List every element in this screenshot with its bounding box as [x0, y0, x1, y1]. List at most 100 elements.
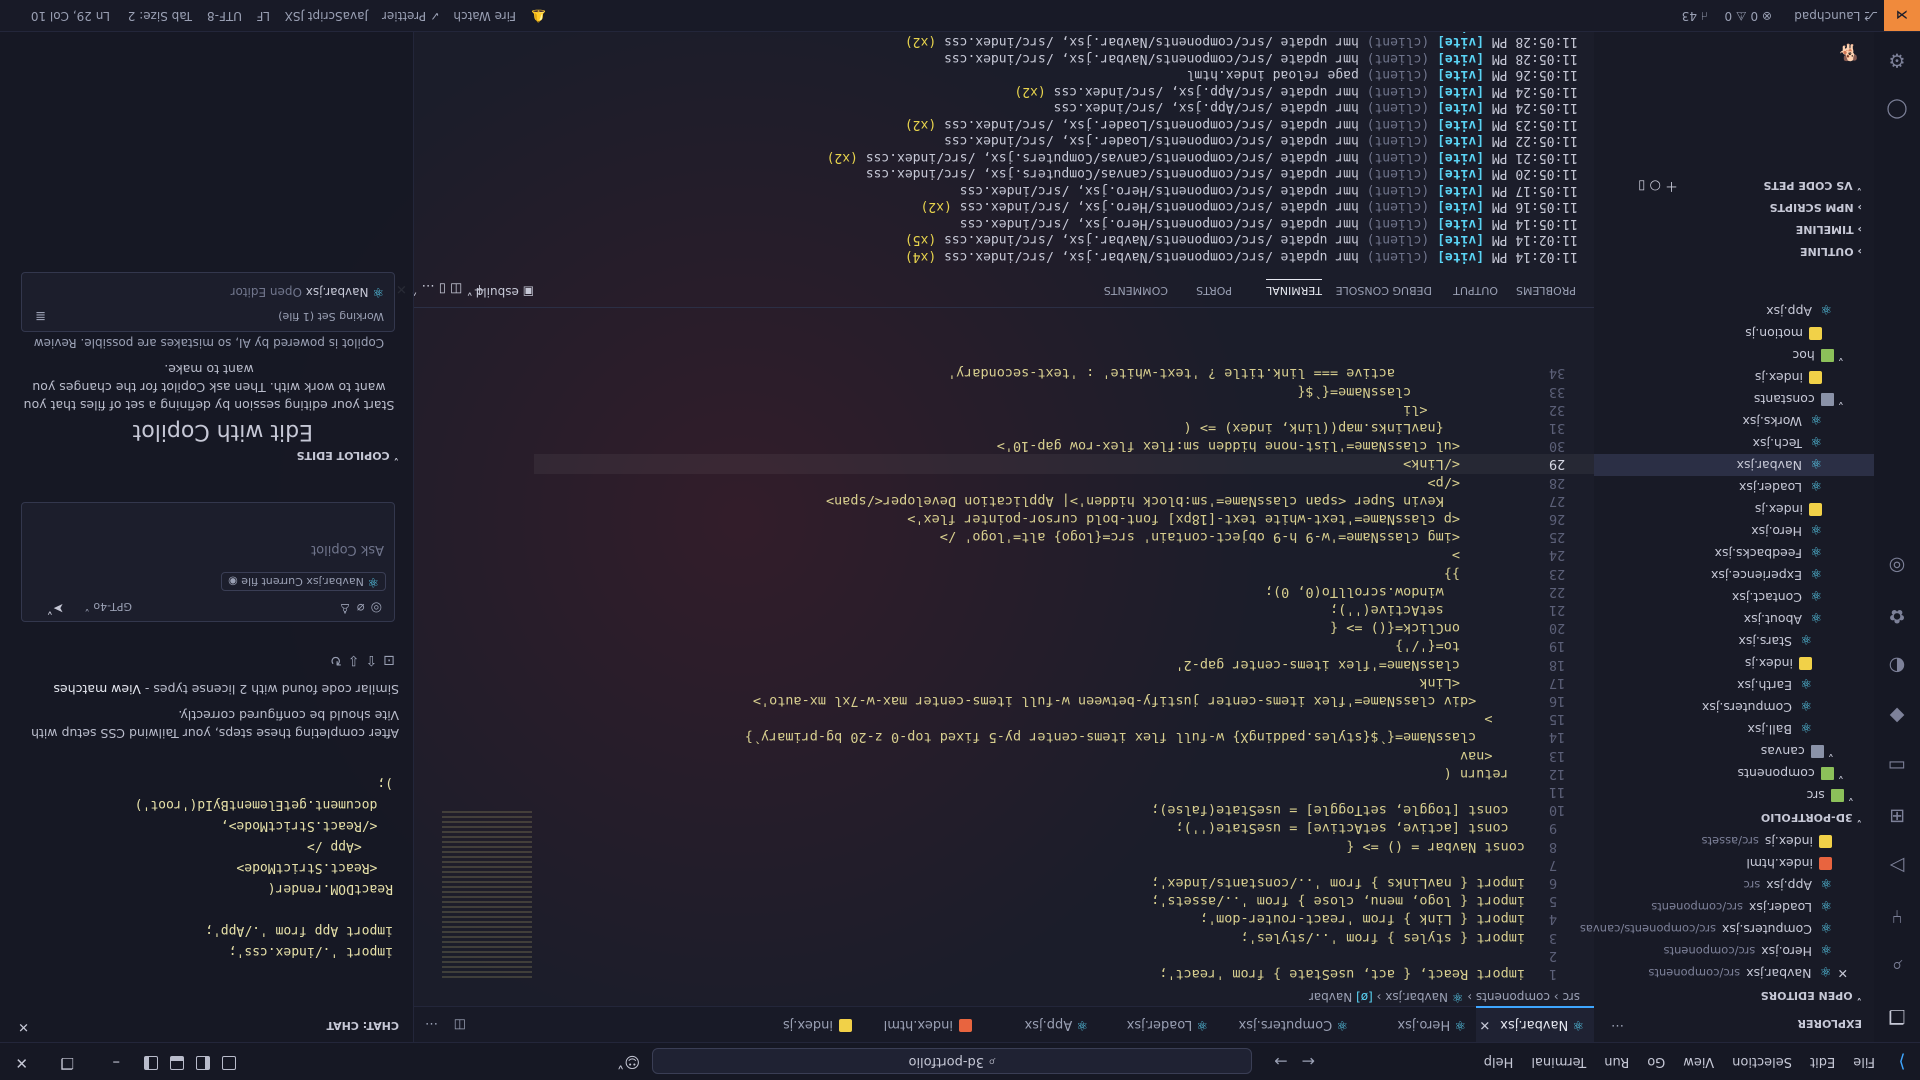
branch-status[interactable]: ⎇ Launchpad [1794, 9, 1878, 23]
code-line[interactable]: 8 const Navbar = () => { [1346, 837, 1594, 857]
tab-more-actions-icon[interactable]: … [425, 1019, 438, 1034]
outline-section[interactable]: › OUTLINE [1594, 240, 1874, 262]
explorer-icon[interactable]: ❐ [1885, 1004, 1909, 1028]
notifications-icon[interactable]: 🔔 [531, 9, 546, 23]
tab-index-js[interactable]: index.js [752, 1006, 862, 1042]
code-line[interactable]: 21 setActive(''); [1330, 600, 1594, 620]
timeline-section[interactable]: › TIMELINE [1594, 218, 1874, 240]
remote-explorer-icon[interactable]: ▭ [1885, 754, 1909, 778]
file-item[interactable]: ⚛Stars.jsx [1594, 630, 1874, 652]
project-header[interactable]: ˅ 3D-PORTFOLIO [1594, 806, 1874, 828]
open-editor-item[interactable]: index.html [1594, 852, 1874, 874]
code-line[interactable]: 31 {navLinks.map((link, index) => ( [1184, 418, 1594, 438]
code-line[interactable]: 24 > [1452, 545, 1594, 565]
cursor-position-status[interactable]: Ln 29, Col 10 [31, 9, 110, 23]
menu-edit[interactable]: Edit [1801, 1054, 1844, 1069]
code-line[interactable]: 6 import { navLinks } from '../constants/… [1151, 873, 1594, 893]
code-line[interactable]: 2 [1525, 946, 1594, 966]
extensions-icon[interactable]: ⊞ [1885, 804, 1909, 828]
run-debug-icon[interactable]: ▷ [1885, 854, 1909, 878]
ports-status[interactable]: ⑁ 43 [1682, 9, 1708, 23]
menu-help[interactable]: Help [1475, 1054, 1523, 1069]
send-icon[interactable]: ➤˅ [47, 600, 64, 615]
file-item[interactable]: ⚛Hero.jsx [1594, 520, 1874, 542]
open-editor-item[interactable]: ⚛Loader.jsxsrc/components [1594, 896, 1874, 918]
vscode-pets-section[interactable]: ˅ VS CODE PETS [1594, 174, 1874, 196]
file-item[interactable]: index.js [1594, 366, 1874, 388]
source-control-icon[interactable]: ⑂ [1885, 904, 1909, 928]
code-line[interactable]: 4 import { Link } from 'react-router-dom'… [1200, 909, 1594, 929]
tab-problems[interactable]: PROBLEMS [1516, 284, 1576, 297]
open-editor-item[interactable]: index.jssrc/assets [1594, 830, 1874, 852]
file-item[interactable]: ⚛Loader.jsx [1594, 476, 1874, 498]
code-line[interactable]: 17 <Link [1419, 673, 1594, 693]
working-set-file[interactable]: ⚛ Navbar.jsx Open Editor [231, 284, 384, 299]
code-line[interactable]: 5 import { logo, menu, close } from '../a… [1151, 891, 1594, 911]
tab-navbar[interactable]: ⚛ Navbar.jsx✕ [1476, 1006, 1594, 1042]
close-icon[interactable]: ✕ [1838, 966, 1848, 981]
current-file-chip[interactable]: ⚛ Navbar.jsx Current file ◉ [221, 572, 386, 591]
code-line[interactable]: 23 }} [1444, 564, 1594, 584]
code-line[interactable]: 1 import React, { act, useState } from 'r… [1159, 964, 1594, 984]
close-chat-icon[interactable]: ✕ [18, 1019, 29, 1034]
code-editor[interactable]: 1 import React, { act, useState } from 'r… [414, 364, 1594, 984]
file-item[interactable]: ⚛Experience.jsx [1594, 564, 1874, 586]
file-item[interactable]: ⚛Computers.jsx [1594, 696, 1874, 718]
menu-file[interactable]: File [1844, 1054, 1884, 1069]
code-line[interactable]: 26 <p className='text-white text-[18px] … [907, 509, 1594, 529]
more-actions-icon[interactable]: … [1611, 1021, 1624, 1036]
code-line[interactable]: 34 active === link.title ? 'text-white' … [948, 363, 1594, 383]
code-line[interactable]: 22 window.scrollTo(0, 0); [1265, 582, 1594, 602]
accounts-icon[interactable]: ◯ [1885, 98, 1909, 122]
code-line[interactable]: 32 <li [1403, 400, 1594, 420]
open-editor-item[interactable]: ⚛Hero.jsxsrc/components [1594, 940, 1874, 962]
toggle-sidebar-icon[interactable] [196, 1056, 210, 1070]
layout-custom-icon[interactable] [222, 1056, 236, 1070]
command-center-search[interactable]: ⌕ 3d-portfolio [652, 1048, 1252, 1074]
code-line[interactable]: 29 </Link> [534, 454, 1594, 475]
folder-canvas[interactable]: ˅ canvas [1594, 740, 1874, 762]
open-editor-item[interactable]: ⚛App.jsxsrc [1594, 874, 1874, 896]
close-tab-icon[interactable]: ✕ [1479, 1017, 1490, 1032]
code-line[interactable]: 33 className={`${ [1297, 382, 1594, 402]
code-line[interactable]: 13 <nav [1460, 746, 1594, 766]
file-item-selected[interactable]: ⚛Navbar.jsx [1594, 454, 1874, 476]
prettier-status[interactable]: ✓ Prettier [382, 9, 440, 23]
manage-gear-icon[interactable]: ⚙ [1885, 48, 1909, 72]
chat-feedback-icons[interactable]: ⊡⇧⇩↻ [324, 652, 395, 668]
code-line[interactable]: 30 <ul className='list-none hidden sm:fl… [997, 436, 1594, 456]
file-item[interactable]: ⚛Contact.jsx [1594, 586, 1874, 608]
code-line[interactable]: 16 <div className='flex items-center jus… [753, 691, 1594, 711]
folder-components[interactable]: ˅ components [1594, 762, 1874, 784]
minimize-icon[interactable]: – [113, 1054, 121, 1072]
tab-terminal[interactable]: TERMINAL [1266, 279, 1322, 297]
menu-view[interactable]: View [1674, 1054, 1723, 1069]
remote-indicator-icon[interactable]: ⋊ [1884, 0, 1920, 31]
tab-debug-console[interactable]: DEBUG CONSOLE [1336, 284, 1432, 297]
code-line[interactable]: 25 <img className='w-9 h-9 object-contai… [940, 527, 1594, 547]
tab-computers[interactable]: ⚛ Computers.jsx [1218, 1006, 1358, 1042]
file-item[interactable]: index.js [1594, 652, 1874, 674]
copilot-activity-icon[interactable]: ◎ [1885, 554, 1909, 578]
search-icon[interactable]: ⌕ [1885, 954, 1909, 978]
code-line[interactable]: 9 const [active, setActive] = useState('… [1176, 818, 1595, 838]
folder-constants[interactable]: ˅ constants [1594, 388, 1874, 410]
file-item[interactable]: ⚛Tech.jsx [1594, 432, 1874, 454]
file-item[interactable]: motion.js [1594, 322, 1874, 344]
code-line[interactable]: 14 className={`${styles.paddingX} w-full… [745, 727, 1594, 747]
file-item[interactable]: ⚛Works.jsx [1594, 410, 1874, 432]
code-line[interactable]: 3 import { styles } from '../styles'; [1241, 928, 1594, 948]
file-item[interactable]: ⚛App.jsx [1594, 300, 1874, 322]
tab-index-html[interactable]: index.html [862, 1006, 982, 1042]
menu-go[interactable]: Go [1638, 1054, 1674, 1069]
file-item[interactable]: ⚛Feedbacks.jsx [1594, 542, 1874, 564]
close-window-icon[interactable]: ✕ [15, 1054, 28, 1072]
breadcrumb-item[interactable]: Navbar.jsx [1385, 990, 1448, 1004]
toggle-panel-icon[interactable] [170, 1056, 184, 1070]
breadcrumb-item[interactable]: components [1476, 990, 1550, 1004]
split-editor-icon[interactable]: ◫ [454, 1017, 466, 1032]
breadcrumb-item[interactable]: src [1562, 990, 1580, 1004]
code-line[interactable]: 12 return ( [1444, 764, 1594, 784]
file-item[interactable]: ⚛About.jsx [1594, 608, 1874, 630]
chat-input-box[interactable]: Ask Copilot ⚛ Navbar.jsx Current file ◉ … [21, 502, 395, 622]
